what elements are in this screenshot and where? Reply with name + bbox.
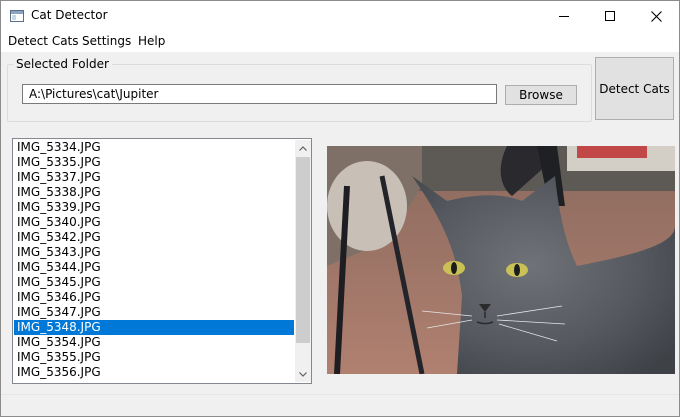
file-list-item[interactable]: IMG_5344.JPG	[14, 260, 294, 275]
file-listbox[interactable]: IMG_5334.JPG IMG_5335.JPG IMG_5337.JPG I…	[12, 138, 312, 384]
file-list-item[interactable]: IMG_5354.JPG	[14, 335, 294, 350]
file-list-item[interactable]: IMG_5347.JPG	[14, 305, 294, 320]
app-icon	[10, 10, 24, 22]
menu-help[interactable]: Help	[138, 34, 165, 48]
file-list-item[interactable]: IMG_5356.JPG	[14, 365, 294, 380]
file-list-item[interactable]: IMG_5338.JPG	[14, 185, 294, 200]
scroll-up-button[interactable]	[295, 140, 311, 156]
menu-settings[interactable]: Settings	[82, 34, 131, 48]
file-list-item[interactable]: IMG_5345.JPG	[14, 275, 294, 290]
menu-detect-cats[interactable]: Detect Cats	[8, 34, 79, 48]
detect-cats-button[interactable]: Detect Cats	[595, 57, 674, 120]
minimize-button[interactable]	[541, 1, 587, 31]
file-list-item[interactable]: IMG_5355.JPG	[14, 350, 294, 365]
maximize-button[interactable]	[587, 1, 633, 31]
minimize-icon	[559, 16, 569, 17]
title-bar[interactable]: Cat Detector	[1, 1, 679, 31]
window-title: Cat Detector	[31, 8, 108, 22]
image-preview	[327, 146, 675, 374]
folder-path-input[interactable]	[22, 84, 497, 104]
scroll-up-icon	[299, 145, 307, 151]
cat-photo	[327, 146, 675, 374]
menu-bar: Detect Cats Settings Help	[1, 31, 679, 52]
close-button[interactable]	[633, 1, 679, 31]
selected-folder-label: Selected Folder	[13, 57, 112, 71]
app-window: Cat Detector Detect Cats Settings Help S…	[0, 0, 680, 417]
file-list: IMG_5334.JPG IMG_5335.JPG IMG_5337.JPG I…	[14, 140, 294, 380]
browse-button[interactable]: Browse	[505, 85, 577, 105]
close-icon	[650, 10, 662, 22]
maximize-icon	[605, 11, 615, 21]
file-list-item[interactable]: IMG_5335.JPG	[14, 155, 294, 170]
scroll-down-icon	[299, 371, 307, 377]
file-list-item-selected[interactable]: IMG_5348.JPG	[14, 320, 294, 335]
list-scrollbar[interactable]	[295, 140, 311, 382]
scroll-down-button[interactable]	[295, 366, 311, 382]
file-list-item[interactable]: IMG_5334.JPG	[14, 140, 294, 155]
file-list-item[interactable]: IMG_5340.JPG	[14, 215, 294, 230]
status-bar	[1, 394, 679, 416]
file-list-item[interactable]: IMG_5339.JPG	[14, 200, 294, 215]
file-list-item[interactable]: IMG_5346.JPG	[14, 290, 294, 305]
file-list-item[interactable]: IMG_5337.JPG	[14, 170, 294, 185]
file-list-item[interactable]: IMG_5343.JPG	[14, 245, 294, 260]
file-list-item[interactable]: IMG_5342.JPG	[14, 230, 294, 245]
scroll-thumb[interactable]	[296, 157, 310, 343]
